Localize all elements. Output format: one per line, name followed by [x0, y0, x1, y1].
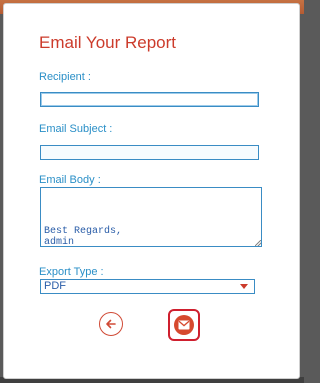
email-subject-label: Email Subject : [39, 123, 113, 135]
email-body-label: Email Body : [39, 174, 101, 186]
email-envelope-icon [174, 315, 194, 335]
email-subject-input[interactable] [40, 145, 259, 160]
dialog-title: Email Your Report [39, 33, 177, 52]
email-report-dialog: Email Your Report Recipient : Email Subj… [3, 3, 300, 379]
export-type-selected-value: PDF [44, 280, 66, 292]
recipient-label: Recipient : [39, 71, 91, 83]
back-button[interactable] [99, 312, 123, 336]
email-body-textarea[interactable] [40, 187, 262, 247]
textarea-resize-handle[interactable] [255, 240, 261, 246]
send-email-button[interactable] [168, 309, 200, 341]
recipient-input[interactable] [40, 92, 259, 107]
export-type-select[interactable]: PDF [40, 279, 255, 294]
caret-down-icon [240, 284, 248, 289]
arrow-left-icon [106, 319, 116, 329]
export-type-label: Export Type : [39, 266, 104, 278]
